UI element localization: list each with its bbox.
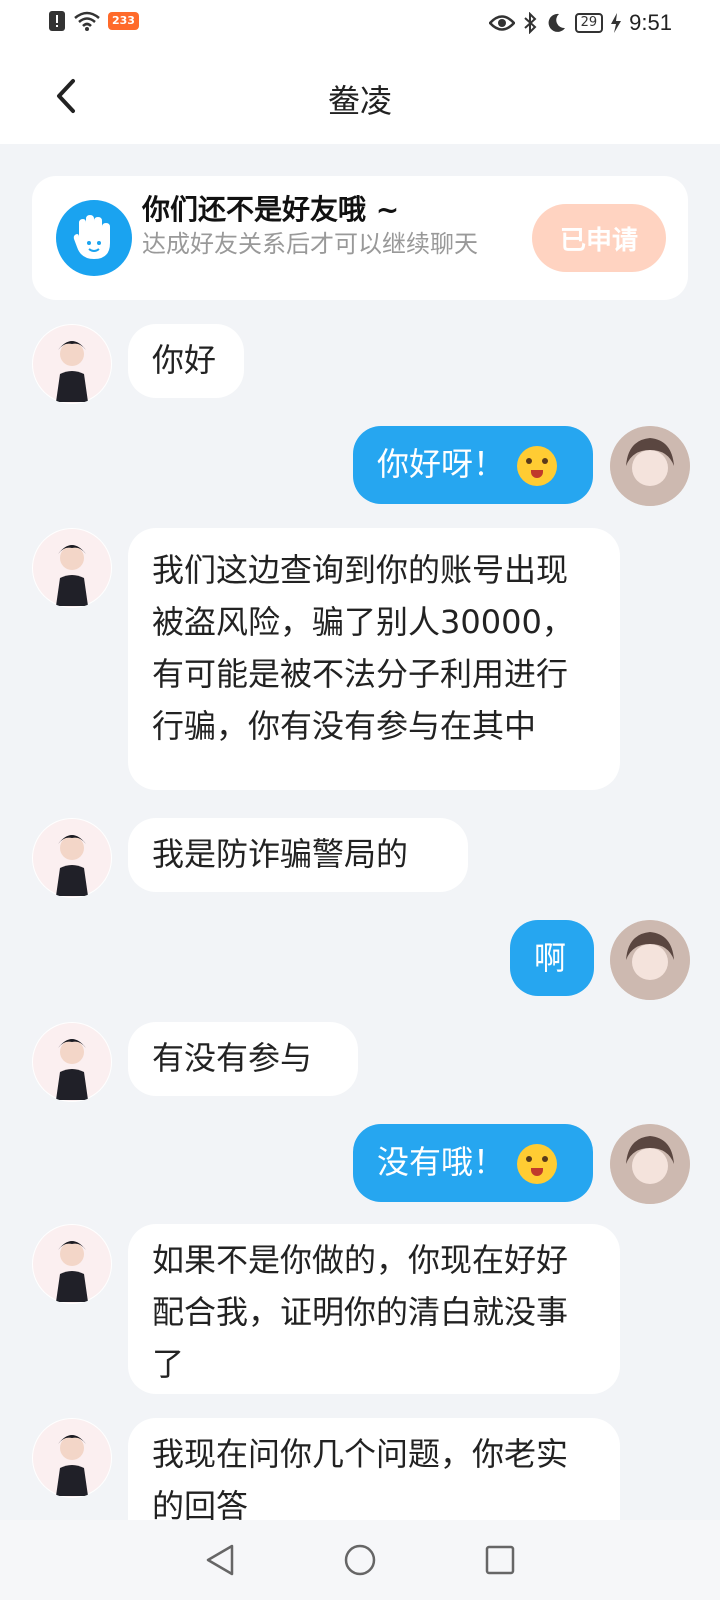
avatar[interactable] xyxy=(32,1022,112,1102)
wifi-icon xyxy=(74,11,100,31)
sent-message-bubble[interactable]: 啊 xyxy=(510,920,594,996)
received-message-bubble[interactable]: 如果不是你做的，你现在好好配合我，证明你的清白就没事了 xyxy=(128,1224,620,1394)
avatar[interactable] xyxy=(610,426,690,506)
battery-icon: 29 xyxy=(574,13,604,33)
nav-home-button[interactable] xyxy=(336,1536,384,1584)
back-triangle-icon xyxy=(206,1544,234,1576)
tongue-emoji-icon xyxy=(517,1144,558,1184)
status-left: 233 xyxy=(48,10,139,32)
nav-back-button[interactable] xyxy=(196,1536,244,1584)
avatar[interactable] xyxy=(32,1418,112,1498)
sent-message-bubble[interactable]: 没有哦！ xyxy=(353,1124,593,1202)
friend-status-banner: 你们还不是好友哦 ~ 达成好友关系后才可以继续聊天 已申请 xyxy=(32,176,688,300)
avatar[interactable] xyxy=(32,324,112,404)
charging-icon xyxy=(611,13,622,33)
nav-recents-button[interactable] xyxy=(476,1536,524,1584)
banner-subtitle: 达成好友关系后才可以继续聊天 xyxy=(142,230,478,258)
alert-icon xyxy=(49,11,65,31)
message-text: 没有哦！ xyxy=(377,1143,506,1181)
kiss-emoji-icon xyxy=(517,446,558,486)
page-title: 鲞凌 xyxy=(327,82,392,120)
hand-wave-icon xyxy=(56,200,132,276)
avatar[interactable] xyxy=(32,818,112,898)
received-message-bubble[interactable]: 有没有参与 xyxy=(128,1022,358,1096)
system-nav-bar xyxy=(0,1520,720,1600)
recents-square-icon xyxy=(485,1545,515,1575)
banner-title: 你们还不是好友哦 ~ xyxy=(142,193,400,226)
bluetooth-icon xyxy=(523,12,537,34)
received-message-bubble[interactable]: 我是防诈骗警局的 xyxy=(128,818,468,892)
app-badge: 233 xyxy=(108,12,139,30)
received-message-bubble[interactable]: 你好 xyxy=(128,324,244,398)
received-message-bubble[interactable]: 我们这边查询到你的账号出现被盗风险，骗了别人30000，有可能是被不法分子利用进… xyxy=(128,528,620,790)
avatar[interactable] xyxy=(610,1124,690,1204)
avatar[interactable] xyxy=(32,1224,112,1304)
avatar[interactable] xyxy=(32,528,112,608)
moon-icon xyxy=(548,13,565,32)
status-right: 29 9:51 xyxy=(488,10,672,36)
home-circle-icon xyxy=(344,1544,376,1576)
eye-icon xyxy=(488,15,515,31)
chat-header: 鲞凌 xyxy=(0,48,720,144)
sent-message-bubble[interactable]: 你好呀！ xyxy=(353,426,593,504)
avatar[interactable] xyxy=(610,920,690,1000)
message-text: 你好呀！ xyxy=(377,445,506,483)
status-time: 9:51 xyxy=(629,10,672,35)
applied-button[interactable]: 已申请 xyxy=(532,204,666,272)
status-bar: 233 29 9:51 xyxy=(0,0,720,48)
